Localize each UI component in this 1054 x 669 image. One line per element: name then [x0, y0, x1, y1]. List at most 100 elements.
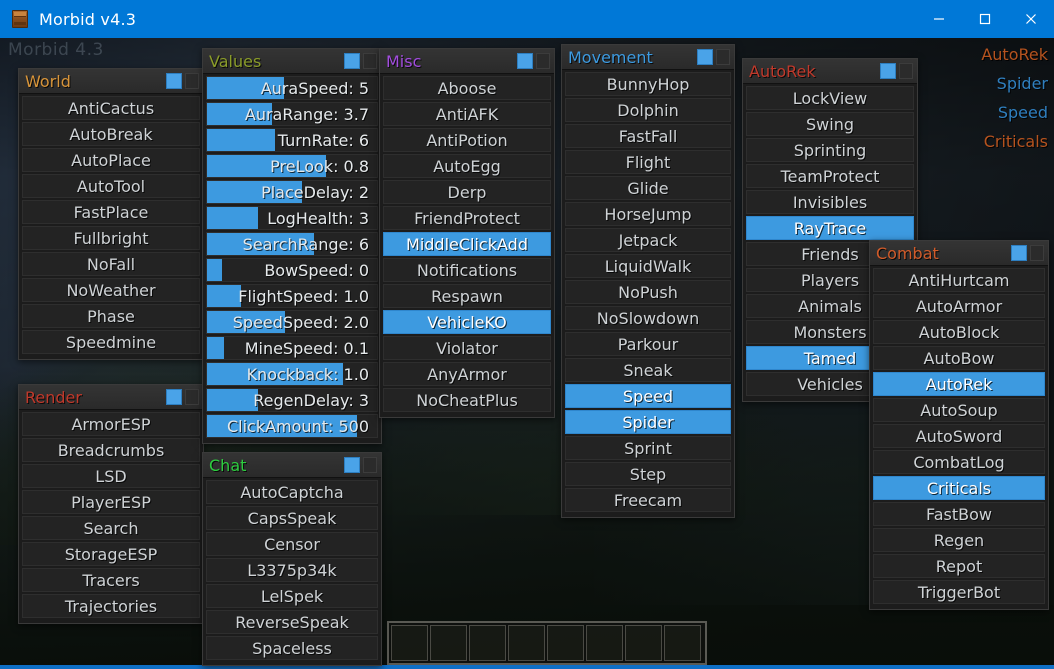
- value-slider[interactable]: MineSpeed: 0.1: [206, 336, 378, 360]
- value-slider[interactable]: SpeedSpeed: 2.0: [206, 310, 378, 334]
- value-slider[interactable]: TurnRate: 6: [206, 128, 378, 152]
- panel-header-autorek[interactable]: AutoRek: [743, 59, 917, 84]
- module-button[interactable]: FriendProtect: [383, 206, 551, 230]
- module-button[interactable]: BunnyHop: [565, 72, 731, 96]
- module-button[interactable]: AutoSoup: [873, 398, 1045, 422]
- value-slider[interactable]: Knockback: 1.0: [206, 362, 378, 386]
- module-button[interactable]: AutoBreak: [22, 122, 200, 146]
- module-button[interactable]: CombatLog: [873, 450, 1045, 474]
- panel-collapse-combat[interactable]: [1030, 245, 1044, 261]
- module-button[interactable]: Step: [565, 462, 731, 486]
- minimize-button[interactable]: [916, 0, 962, 38]
- panel-header-chat[interactable]: Chat: [203, 453, 381, 478]
- module-button[interactable]: Violator: [383, 336, 551, 360]
- panel-collapse-chat[interactable]: [363, 457, 377, 473]
- module-button[interactable]: NoWeather: [22, 278, 200, 302]
- module-button[interactable]: FastBow: [873, 502, 1045, 526]
- hotbar-slot[interactable]: [547, 625, 584, 661]
- module-button[interactable]: Flight: [565, 150, 731, 174]
- module-button[interactable]: NoFall: [22, 252, 200, 276]
- module-button[interactable]: Parkour: [565, 332, 731, 356]
- module-button[interactable]: Freecam: [565, 488, 731, 512]
- panel-collapse-movement[interactable]: [716, 49, 730, 65]
- module-button[interactable]: HorseJump: [565, 202, 731, 226]
- value-slider[interactable]: FlightSpeed: 1.0: [206, 284, 378, 308]
- panel-toggle-values[interactable]: [344, 53, 360, 69]
- module-button[interactable]: Spider: [565, 410, 731, 434]
- hotbar-slot[interactable]: [625, 625, 662, 661]
- panel-header-misc[interactable]: Misc: [380, 49, 554, 74]
- module-button[interactable]: ArmorESP: [22, 412, 200, 436]
- module-button[interactable]: NoPush: [565, 280, 731, 304]
- module-button[interactable]: Spaceless: [206, 636, 378, 660]
- module-button[interactable]: AutoPlace: [22, 148, 200, 172]
- module-button[interactable]: Fullbright: [22, 226, 200, 250]
- module-button[interactable]: RayTrace: [746, 216, 914, 240]
- hotbar-slot[interactable]: [391, 625, 428, 661]
- module-button[interactable]: Sneak: [565, 358, 731, 382]
- module-button[interactable]: Breadcrumbs: [22, 438, 200, 462]
- panel-collapse-misc[interactable]: [536, 53, 550, 69]
- module-button[interactable]: AutoRek: [873, 372, 1045, 396]
- module-button[interactable]: AutoBow: [873, 346, 1045, 370]
- module-button[interactable]: Respawn: [383, 284, 551, 308]
- hotbar-slot[interactable]: [469, 625, 506, 661]
- module-button[interactable]: FastPlace: [22, 200, 200, 224]
- module-button[interactable]: ReverseSpeak: [206, 610, 378, 634]
- panel-header-world[interactable]: World: [19, 69, 203, 94]
- module-button[interactable]: CapsSpeak: [206, 506, 378, 530]
- panel-collapse-autorek[interactable]: [899, 63, 913, 79]
- module-button[interactable]: AutoCaptcha: [206, 480, 378, 504]
- module-button[interactable]: AutoBlock: [873, 320, 1045, 344]
- panel-header-movement[interactable]: Movement: [562, 45, 734, 70]
- panel-toggle-chat[interactable]: [344, 457, 360, 473]
- module-button[interactable]: LiquidWalk: [565, 254, 731, 278]
- panel-collapse-values[interactable]: [363, 53, 377, 69]
- value-slider[interactable]: SearchRange: 6: [206, 232, 378, 256]
- panel-toggle-autorek[interactable]: [880, 63, 896, 79]
- module-button[interactable]: Search: [22, 516, 200, 540]
- value-slider[interactable]: AuraRange: 3.7: [206, 102, 378, 126]
- module-button[interactable]: AnyArmor: [383, 362, 551, 386]
- module-button[interactable]: Phase: [22, 304, 200, 328]
- module-button[interactable]: Notifications: [383, 258, 551, 282]
- module-button[interactable]: NoSlowdown: [565, 306, 731, 330]
- module-button[interactable]: Sprint: [565, 436, 731, 460]
- value-slider[interactable]: LogHealth: 3: [206, 206, 378, 230]
- panel-toggle-movement[interactable]: [697, 49, 713, 65]
- module-button[interactable]: AntiCactus: [22, 96, 200, 120]
- module-button[interactable]: PlayerESP: [22, 490, 200, 514]
- module-button[interactable]: TeamProtect: [746, 164, 914, 188]
- panel-toggle-render[interactable]: [166, 389, 182, 405]
- value-slider[interactable]: PreLook: 0.8: [206, 154, 378, 178]
- module-button[interactable]: Sprinting: [746, 138, 914, 162]
- hotbar-slot[interactable]: [664, 625, 701, 661]
- module-button[interactable]: LelSpek: [206, 584, 378, 608]
- hotbar-slot[interactable]: [430, 625, 467, 661]
- value-slider[interactable]: PlaceDelay: 2: [206, 180, 378, 204]
- panel-toggle-combat[interactable]: [1011, 245, 1027, 261]
- hotbar-slot[interactable]: [586, 625, 623, 661]
- panel-toggle-misc[interactable]: [517, 53, 533, 69]
- module-button[interactable]: Jetpack: [565, 228, 731, 252]
- panel-collapse-world[interactable]: [185, 73, 199, 89]
- module-button[interactable]: TriggerBot: [873, 580, 1045, 604]
- value-slider[interactable]: BowSpeed: 0: [206, 258, 378, 282]
- module-button[interactable]: AntiAFK: [383, 102, 551, 126]
- module-button[interactable]: Speedmine: [22, 330, 200, 354]
- module-button[interactable]: LSD: [22, 464, 200, 488]
- close-button[interactable]: [1008, 0, 1054, 38]
- module-button[interactable]: AutoEgg: [383, 154, 551, 178]
- panel-header-render[interactable]: Render: [19, 385, 203, 410]
- value-slider[interactable]: RegenDelay: 3: [206, 388, 378, 412]
- module-button[interactable]: Dolphin: [565, 98, 731, 122]
- value-slider[interactable]: ClickAmount: 500: [206, 414, 378, 438]
- module-button[interactable]: Speed: [565, 384, 731, 408]
- panel-header-combat[interactable]: Combat: [870, 241, 1048, 266]
- module-button[interactable]: Repot: [873, 554, 1045, 578]
- module-button[interactable]: LockView: [746, 86, 914, 110]
- module-button[interactable]: MiddleClickAdd: [383, 232, 551, 256]
- module-button[interactable]: Swing: [746, 112, 914, 136]
- module-button[interactable]: AntiHurtcam: [873, 268, 1045, 292]
- module-button[interactable]: Censor: [206, 532, 378, 556]
